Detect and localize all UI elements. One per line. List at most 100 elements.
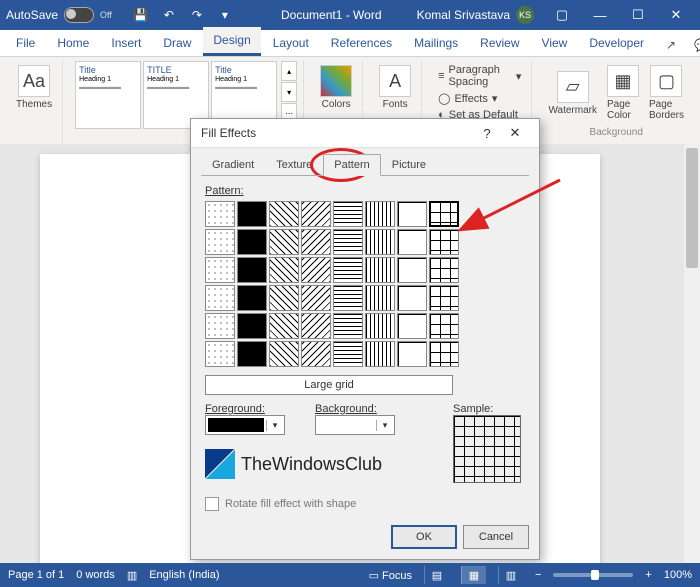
pattern-swatch[interactable] [269,313,299,339]
pattern-swatch[interactable] [301,229,331,255]
pattern-swatch[interactable] [365,257,395,283]
pattern-swatch[interactable] [237,229,267,255]
tab-insert[interactable]: Insert [101,30,151,56]
pattern-swatch[interactable] [333,229,363,255]
zoom-level[interactable]: 100% [664,569,692,581]
pattern-swatch[interactable] [397,341,427,367]
themes-button[interactable]: Aa Themes [12,61,56,114]
pattern-swatch[interactable] [397,285,427,311]
tab-design[interactable]: Design [203,27,260,56]
paragraph-spacing-button[interactable]: ≡ Paragraph Spacing ▾ [434,63,525,89]
maximize-icon[interactable]: ☐ [620,4,656,26]
undo-icon[interactable]: ↶ [158,4,180,26]
tab-view[interactable]: View [532,30,578,56]
qat-dropdown-icon[interactable]: ▾ [214,4,236,26]
page-info[interactable]: Page 1 of 1 [8,569,64,581]
zoom-slider[interactable] [553,573,633,577]
ok-button[interactable]: OK [391,525,457,549]
pattern-swatch[interactable] [397,201,427,227]
tab-references[interactable]: References [321,30,402,56]
help-icon[interactable]: ? [473,126,501,141]
comments-icon[interactable]: 💬 [686,34,700,56]
pattern-swatch[interactable] [429,229,459,255]
tab-draw[interactable]: Draw [153,30,201,56]
pattern-swatch[interactable] [365,201,395,227]
pattern-swatch[interactable] [269,257,299,283]
watermark-button[interactable]: ▱Watermark [544,61,601,125]
effects-button[interactable]: ◯ Effects ▾ [434,91,525,106]
pattern-swatch[interactable] [269,201,299,227]
pattern-swatch[interactable] [205,229,235,255]
pattern-swatch[interactable] [301,341,331,367]
focus-button[interactable]: ▭ Focus [369,569,412,582]
pattern-swatch[interactable] [301,313,331,339]
foreground-color-picker[interactable]: ▾ [205,415,285,435]
tab-review[interactable]: Review [470,30,529,56]
pattern-swatch[interactable] [333,201,363,227]
pattern-swatch[interactable] [205,285,235,311]
pattern-swatch[interactable] [365,285,395,311]
autosave-toggle[interactable]: AutoSave Off [6,7,112,23]
fonts-button[interactable]: A Fonts [375,61,415,114]
tab-file[interactable]: File [6,30,45,56]
redo-icon[interactable]: ↷ [186,4,208,26]
background-color-picker[interactable]: ▾ [315,415,395,435]
account-button[interactable]: Komal Srivastava KS [417,6,534,24]
tab-gradient[interactable]: Gradient [201,154,265,176]
tab-home[interactable]: Home [47,30,99,56]
gallery-up-icon[interactable]: ▴ [281,61,297,81]
pattern-swatch[interactable] [333,257,363,283]
zoom-in-icon[interactable]: + [645,569,651,581]
pattern-swatch[interactable] [237,313,267,339]
ribbon-options-icon[interactable]: ▢ [544,4,580,26]
pattern-swatch[interactable] [237,201,267,227]
pattern-swatch[interactable] [269,285,299,311]
pattern-swatch[interactable] [205,201,235,227]
pattern-swatch[interactable] [205,257,235,283]
pattern-swatch[interactable] [237,285,267,311]
pattern-swatch[interactable] [205,341,235,367]
pattern-swatch[interactable] [333,313,363,339]
pattern-swatch[interactable] [429,341,459,367]
toggle-off-icon[interactable] [64,7,94,23]
pattern-swatch[interactable] [397,313,427,339]
rotate-checkbox-row[interactable]: Rotate fill effect with shape [205,497,356,511]
gallery-down-icon[interactable]: ▾ [281,82,297,102]
pattern-swatch[interactable] [365,341,395,367]
minimize-icon[interactable]: ― [582,4,618,26]
tab-texture[interactable]: Texture [265,154,323,176]
pattern-swatch[interactable] [269,341,299,367]
checkbox-icon[interactable] [205,497,219,511]
pattern-swatch[interactable] [429,257,459,283]
print-layout-icon[interactable]: ▦ [461,566,486,584]
pattern-swatch[interactable] [205,313,235,339]
pattern-swatch[interactable] [237,341,267,367]
word-count[interactable]: 0 words [76,569,115,581]
pattern-swatch[interactable] [301,201,331,227]
tab-picture[interactable]: Picture [381,154,437,176]
page-borders-button[interactable]: ▢Page Borders [645,61,688,125]
colors-button[interactable]: Colors [316,61,356,114]
pattern-swatch[interactable] [333,341,363,367]
pattern-swatch[interactable] [397,229,427,255]
pattern-swatch[interactable] [365,313,395,339]
close-icon[interactable]: ✕ [501,125,529,141]
page-color-button[interactable]: ▦Page Color [603,61,643,125]
scroll-thumb[interactable] [686,148,698,268]
pattern-swatch[interactable] [429,285,459,311]
read-mode-icon[interactable]: ▤ [424,566,449,584]
tab-developer[interactable]: Developer [579,30,654,56]
web-layout-icon[interactable]: ▥ [498,566,523,584]
pattern-swatch[interactable] [301,285,331,311]
pattern-swatch[interactable] [269,229,299,255]
save-icon[interactable]: 💾 [130,4,152,26]
language[interactable]: English (India) [149,569,219,581]
cancel-button[interactable]: Cancel [463,525,529,549]
pattern-swatch[interactable] [333,285,363,311]
close-icon[interactable]: ✕ [658,4,694,26]
pattern-swatch[interactable] [301,257,331,283]
tab-layout[interactable]: Layout [263,30,319,56]
chevron-down-icon[interactable]: ▾ [376,420,393,431]
pattern-swatch[interactable] [237,257,267,283]
zoom-out-icon[interactable]: − [535,569,541,581]
